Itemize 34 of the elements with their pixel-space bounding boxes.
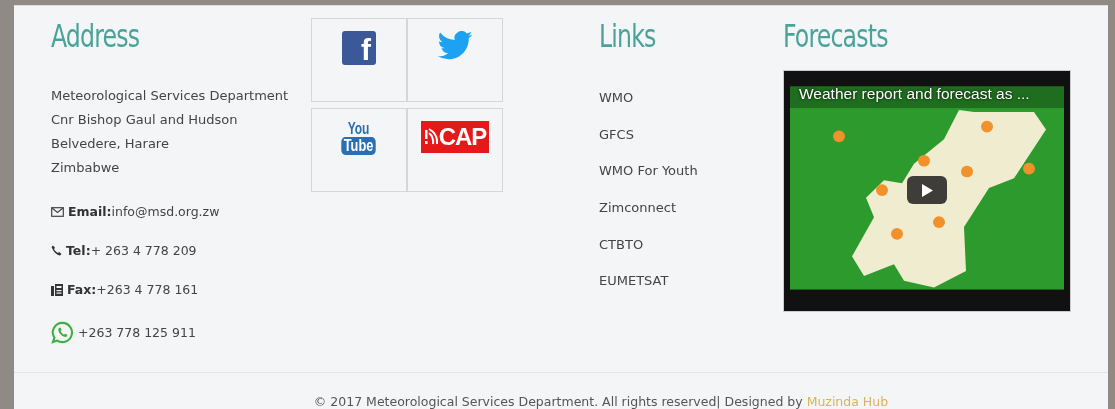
envelope-icon (51, 206, 64, 217)
contact-text: Tel:+ 263 4 778 209 (66, 243, 197, 258)
video-title: Weather report and forecast as ... (799, 85, 1030, 103)
fax-icon (51, 283, 63, 296)
cap-logo: CAP (420, 121, 490, 153)
address-line: Meteorological Services Department (51, 87, 290, 105)
phone-icon (51, 245, 62, 256)
footer-link[interactable]: GFCS (599, 124, 783, 145)
play-button[interactable] (907, 176, 947, 204)
social-tile[interactable] (407, 18, 503, 102)
address-line: Zimbabwe (51, 159, 121, 177)
footer-link[interactable]: EUMETSAT (599, 271, 783, 292)
footer-link[interactable]: CTBTO (599, 234, 783, 255)
facebook-icon: f (342, 31, 376, 65)
address-line: Belvedere, Harare (51, 135, 170, 153)
section-heading: Links (599, 16, 657, 56)
section-heading: Forecasts (783, 16, 889, 56)
footer-link[interactable]: WMO (599, 88, 783, 108)
footer-link[interactable]: Zimconnect (599, 198, 783, 219)
copyright-text: © 2017 Meteorological Services Department. All rights reserved| Designed by Muzinda Hub (313, 394, 889, 409)
contact-text: Fax:+263 4 778 161 (67, 282, 199, 297)
youtube-logo: You Tube (337, 121, 381, 155)
bird-icon (437, 31, 473, 60)
video-player[interactable]: Weather report and forecast as ... (783, 70, 1071, 312)
play-icon (921, 183, 933, 197)
contact-text: Email:info@msd.org.zw (68, 204, 220, 219)
address-line: Cnr Bishop Gaul and Hudson (51, 111, 239, 129)
footer-link[interactable]: WMO For Youth (599, 161, 783, 182)
whatsapp-icon (51, 321, 74, 344)
section-heading: Address (51, 16, 141, 56)
social-tile[interactable]: CAP (407, 108, 503, 192)
social-tile[interactable]: f (311, 18, 407, 102)
social-tile[interactable]: You Tube (311, 108, 407, 192)
contact-text: +263 778 125 911 (78, 325, 196, 340)
